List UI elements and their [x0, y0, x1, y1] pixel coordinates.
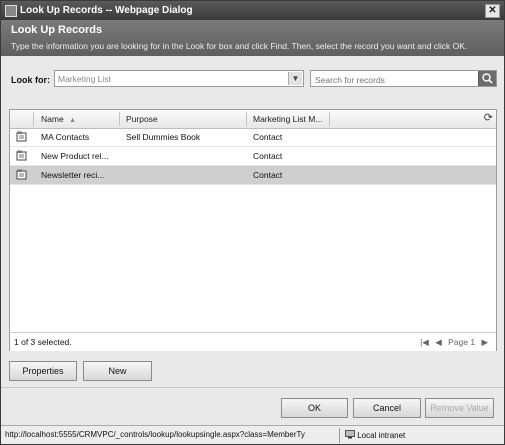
status-bar: http://localhost:5555/CRMVPC/_controls/l… — [1, 425, 504, 444]
cell-member-type: Contact — [253, 132, 283, 142]
column-header-name-label: Name — [41, 114, 64, 124]
ok-button[interactable]: OK — [281, 398, 348, 418]
refresh-icon[interactable]: ⟳ — [484, 113, 493, 124]
dialog-instructions: Type the information you are looking for… — [11, 41, 468, 51]
selection-status: 1 of 3 selected. — [14, 337, 72, 347]
pager: |◀ ◀ Page 1 ▶ — [416, 337, 488, 348]
look-for-selected-value: Marketing List — [58, 74, 111, 84]
table-row[interactable]: MA Contacts Sell Dummies Book Contact — [10, 128, 496, 147]
first-page-icon[interactable]: |◀ — [420, 337, 429, 347]
marketing-list-icon — [16, 150, 27, 161]
close-button[interactable]: ✕ — [485, 4, 500, 18]
cell-member-type: Contact — [253, 170, 283, 180]
window-title: Look Up Records -- Webpage Dialog — [20, 5, 193, 16]
chevron-down-icon[interactable]: ▼ — [288, 72, 302, 85]
cell-name: New Product rel... — [41, 151, 109, 161]
cell-name: MA Contacts — [41, 132, 90, 142]
search-input[interactable] — [313, 72, 477, 87]
cancel-button[interactable]: Cancel — [353, 398, 421, 418]
properties-button[interactable]: Properties — [9, 361, 77, 381]
table-row[interactable]: New Product rel... Contact — [10, 147, 496, 166]
dialog-header: Look Up Records Type the information you… — [1, 20, 504, 56]
cell-name: Newsletter reci... — [41, 170, 105, 180]
page-number: Page 1 — [448, 337, 476, 347]
security-zone-label: Local intranet — [357, 431, 406, 440]
table-row-selected[interactable]: Newsletter reci... Contact — [10, 166, 496, 185]
column-separator[interactable] — [329, 112, 330, 126]
column-header-name[interactable]: Name ▲ — [41, 114, 76, 124]
intranet-icon — [345, 430, 355, 439]
new-button[interactable]: New — [83, 361, 152, 381]
search-button[interactable] — [478, 71, 496, 86]
marketing-list-icon — [16, 131, 27, 142]
column-separator[interactable] — [119, 112, 120, 126]
search-icon — [482, 73, 493, 84]
lookup-dialog-window: Look Up Records -- Webpage Dialog ✕ Look… — [0, 0, 505, 445]
look-for-label: Look for: — [11, 75, 50, 85]
divider — [1, 387, 504, 388]
status-divider — [339, 428, 340, 443]
grid-header: Name ▲ Purpose Marketing List M... ⟳ — [10, 110, 496, 129]
column-separator[interactable] — [33, 112, 34, 126]
look-for-select[interactable]: Marketing List ▼ — [54, 70, 304, 87]
grid-footer: 1 of 3 selected. |◀ ◀ Page 1 ▶ — [10, 332, 496, 351]
previous-page-icon[interactable]: ◀ — [435, 337, 442, 347]
marketing-list-icon — [16, 169, 27, 180]
title-bar[interactable]: Look Up Records -- Webpage Dialog ✕ — [1, 1, 504, 20]
column-header-purpose[interactable]: Purpose — [126, 114, 158, 124]
search-box[interactable] — [310, 70, 497, 87]
window-icon — [5, 5, 17, 17]
status-url: http://localhost:5555/CRMVPC/_controls/l… — [5, 430, 305, 439]
next-page-icon[interactable]: ▶ — [481, 337, 488, 347]
column-separator[interactable] — [246, 112, 247, 126]
sort-ascending-icon: ▲ — [69, 117, 76, 124]
dialog-heading: Look Up Records — [11, 24, 103, 36]
cell-purpose: Sell Dummies Book — [126, 132, 201, 142]
cell-member-type: Contact — [253, 151, 283, 161]
records-grid: Name ▲ Purpose Marketing List M... ⟳ MA … — [9, 109, 497, 351]
remove-value-button: Remove Value — [425, 398, 494, 418]
security-zone: Local intranet — [345, 430, 405, 440]
column-header-member-type[interactable]: Marketing List M... — [253, 114, 322, 124]
